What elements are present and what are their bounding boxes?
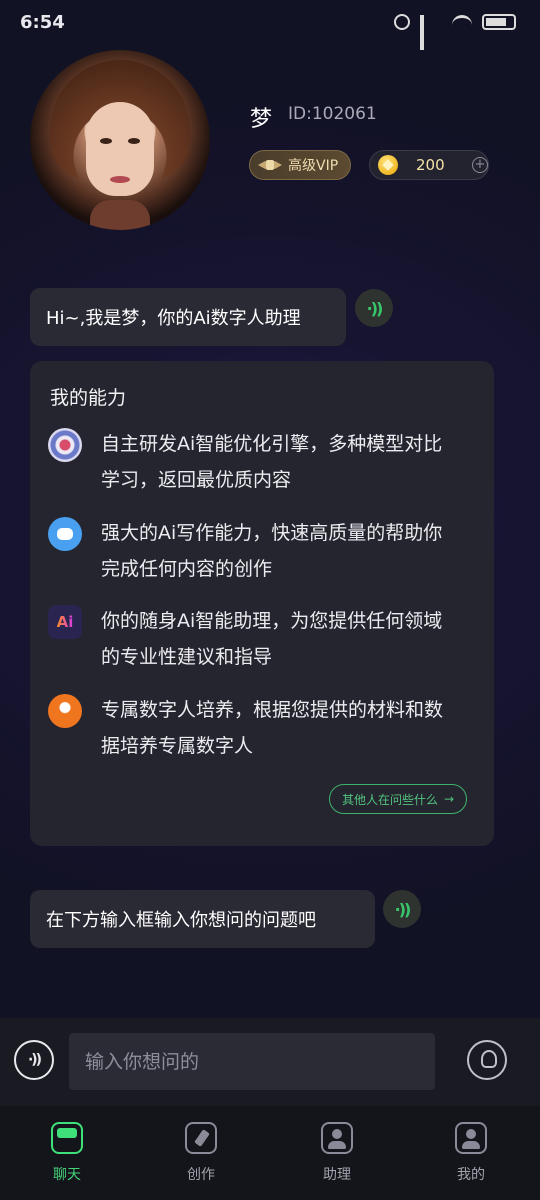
capability-text: 自主研发Ai智能优化引擎，多种模型对比学习，返回最优质内容 <box>101 433 443 491</box>
profile-icon <box>455 1122 487 1154</box>
lightbulb-icon[interactable] <box>467 1040 507 1080</box>
voice-wave-icon: ·)) <box>394 899 412 919</box>
brain-engine-icon <box>48 428 82 462</box>
bottom-tab-bar: 聊天 创作 助理 我的 <box>0 1106 540 1200</box>
tab-profile[interactable]: 我的 <box>431 1122 511 1184</box>
chat-icon <box>51 1122 83 1154</box>
voice-input-button[interactable]: ·)) <box>14 1040 54 1080</box>
tab-assistant[interactable]: 助理 <box>297 1122 377 1184</box>
capability-text: 你的随身Ai智能助理，为您提供任何领域的专业性建议和指导 <box>101 610 443 668</box>
hint-text: 在下方输入框输入你想问的问题吧 <box>46 910 316 931</box>
input-bar: ·)) <box>0 1018 540 1106</box>
vip-emblem-icon <box>258 157 282 173</box>
question-input[interactable] <box>69 1033 435 1090</box>
play-voice-button[interactable]: ·)) <box>355 289 393 327</box>
robot-writer-icon <box>48 517 82 551</box>
vip-label: 高级VIP <box>288 158 339 174</box>
avatar-lips <box>110 176 130 183</box>
avatar-eye <box>100 138 112 144</box>
profile-name: 梦 <box>250 107 273 132</box>
avatar[interactable] <box>30 50 210 230</box>
tab-label: 助理 <box>323 1167 351 1183</box>
capabilities-title: 我的能力 <box>50 387 127 409</box>
profile-id: ID:102061 <box>288 104 377 124</box>
signal-icon <box>420 15 442 50</box>
coin-balance[interactable]: 200 + <box>369 150 489 180</box>
capability-text: 强大的Ai写作能力，快速高质量的帮助你完成任何内容的创作 <box>101 522 443 580</box>
wifi-icon <box>452 15 472 29</box>
coin-icon <box>378 155 398 175</box>
status-time: 6:54 <box>20 12 65 33</box>
others-asking-button[interactable]: 其他人在问些什么 → <box>329 784 467 814</box>
greeting-bubble: Hi~,我是梦，你的Ai数字人助理 <box>30 288 346 346</box>
vip-badge[interactable]: 高级VIP <box>249 150 351 180</box>
ai-badge-text: Ai <box>56 613 74 631</box>
voice-input-icon: ·)) <box>27 1052 42 1068</box>
digital-person-icon <box>48 694 82 728</box>
assistant-icon <box>321 1122 353 1154</box>
coin-count: 200 <box>416 156 445 174</box>
capabilities-card: 我的能力 自主研发Ai智能优化引擎，多种模型对比学习，返回最优质内容 强大的Ai… <box>30 361 494 846</box>
battery-icon <box>482 14 516 30</box>
tab-create[interactable]: 创作 <box>161 1122 241 1184</box>
tab-chat[interactable]: 聊天 <box>27 1122 107 1184</box>
greeting-text: Hi~,我是梦，你的Ai数字人助理 <box>46 308 301 329</box>
ai-assistant-icon: Ai <box>48 605 82 639</box>
play-voice-button[interactable]: ·)) <box>383 890 421 928</box>
avatar-neck <box>90 200 150 230</box>
others-asking-label: 其他人在问些什么 <box>341 792 438 807</box>
add-coins-icon[interactable]: + <box>472 157 488 173</box>
create-pen-icon <box>185 1122 217 1154</box>
hint-bubble: 在下方输入框输入你想问的问题吧 <box>30 890 375 948</box>
tab-label: 聊天 <box>53 1167 81 1183</box>
avatar-eye <box>128 138 140 144</box>
arrow-right-icon: → <box>443 792 455 806</box>
tab-label: 创作 <box>187 1167 215 1183</box>
voice-wave-icon: ·)) <box>366 298 384 318</box>
status-bar: 6:54 <box>0 0 540 50</box>
tab-label: 我的 <box>457 1167 485 1183</box>
alarm-icon <box>394 14 410 30</box>
capability-text: 专属数字人培养，根据您提供的材料和数据培养专属数字人 <box>101 699 444 757</box>
status-icons <box>394 14 516 50</box>
